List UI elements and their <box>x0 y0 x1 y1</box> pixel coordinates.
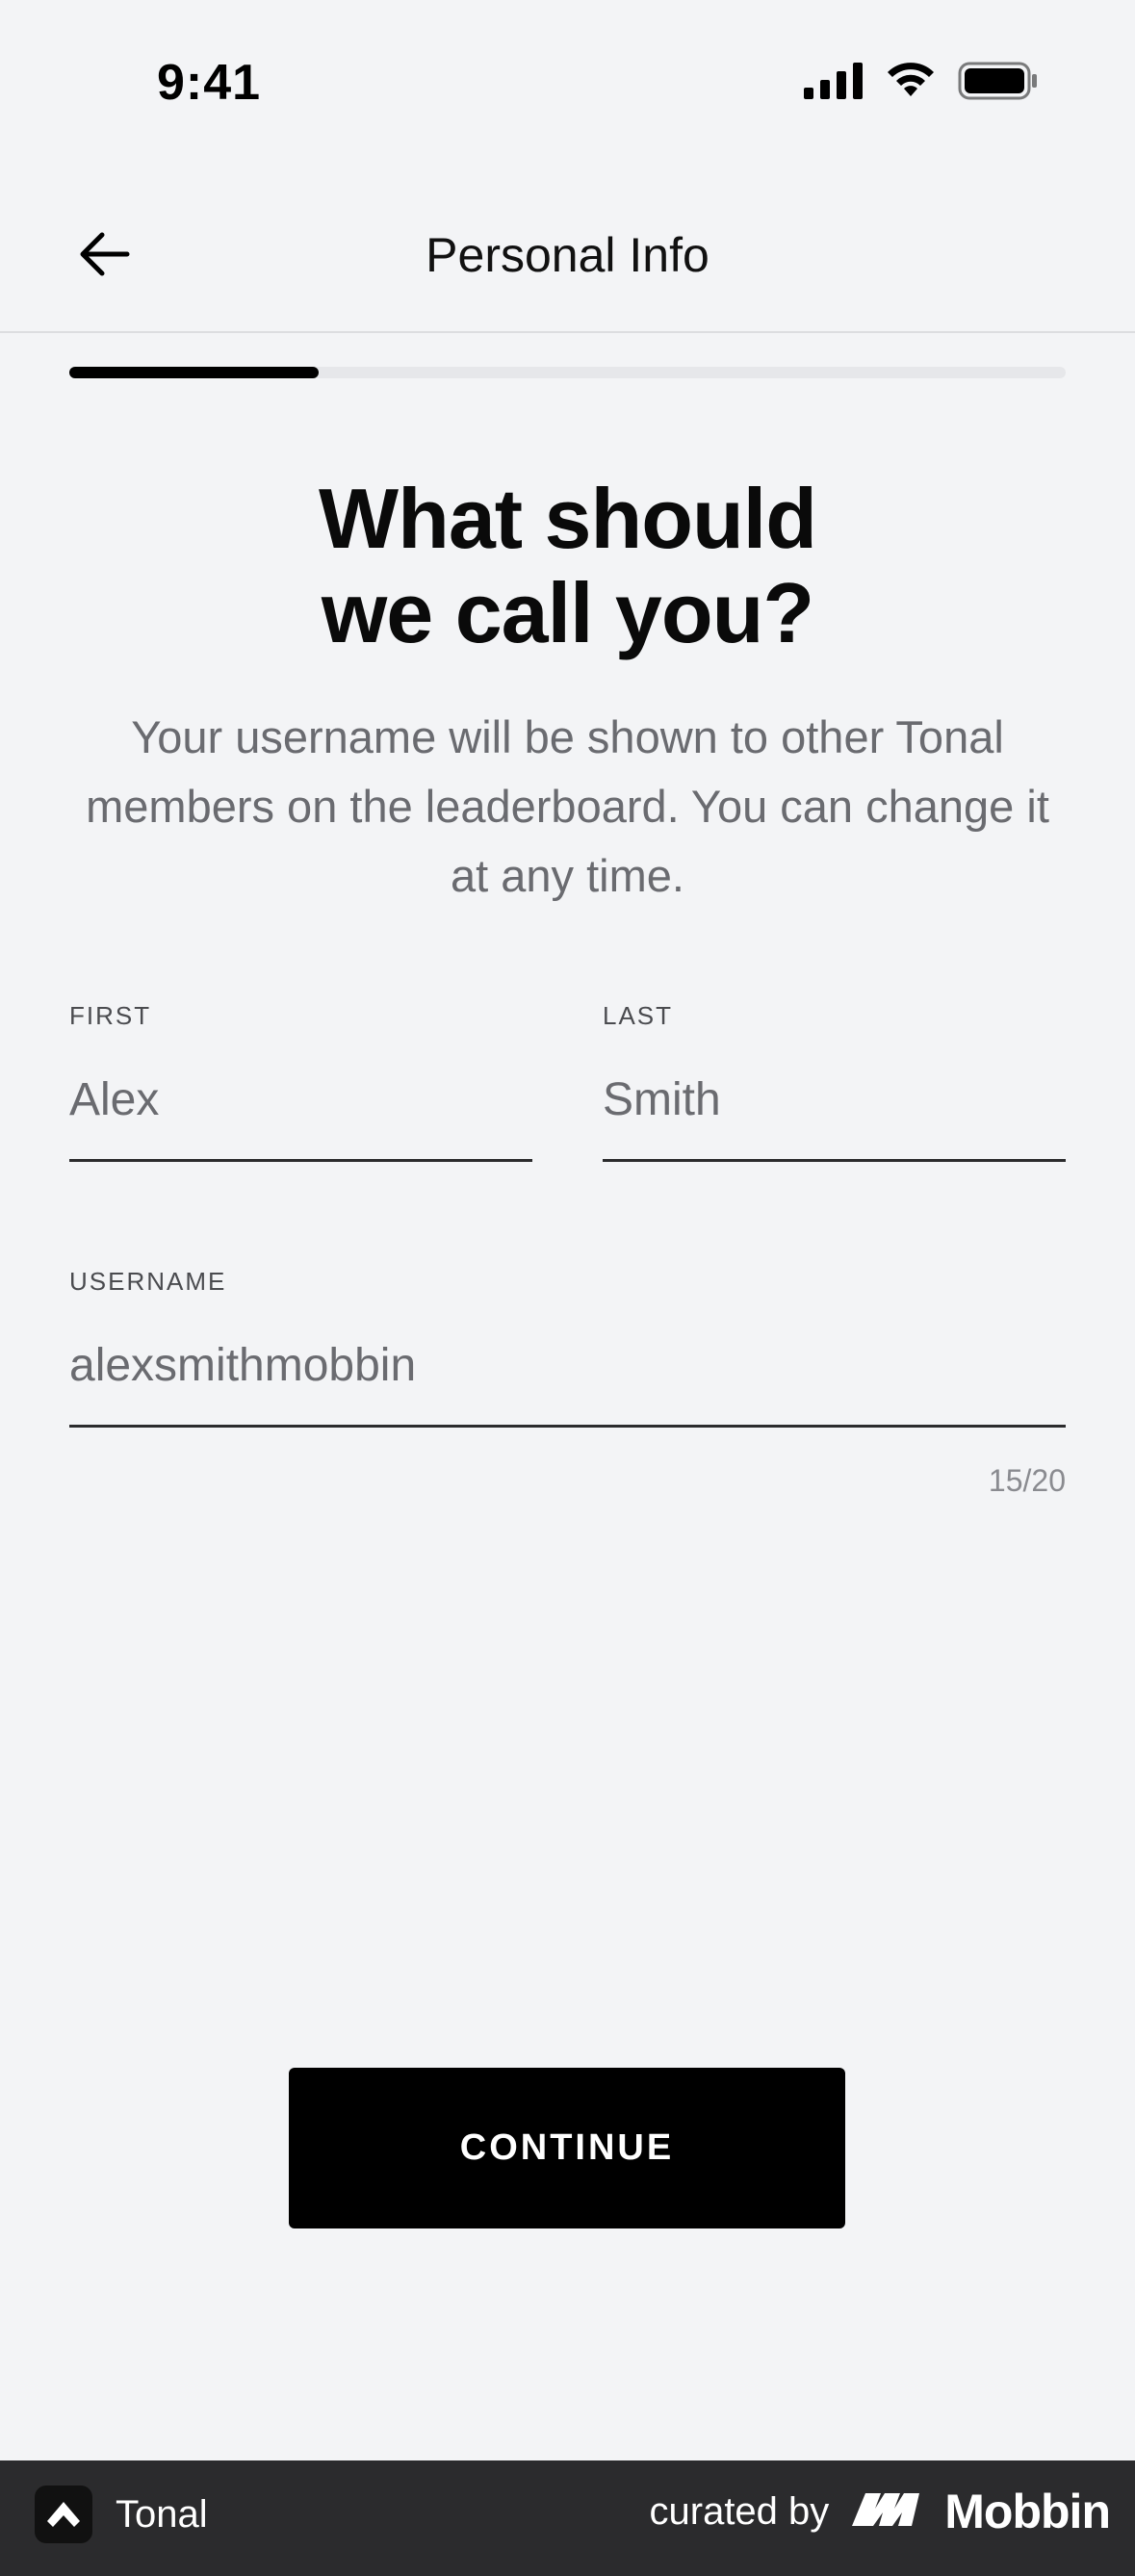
username-label: USERNAME <box>69 1267 227 1296</box>
footer-credit: curated by Mobbin <box>650 2484 1111 2539</box>
first-name-label: FIRST <box>69 1001 152 1030</box>
nav-bar: Personal Info <box>0 193 1135 333</box>
first-name-input[interactable]: Alex <box>69 1070 532 1162</box>
page-title: Personal Info <box>426 228 709 282</box>
footer-app-name: Tonal <box>116 2492 208 2536</box>
battery-icon <box>958 62 1039 105</box>
last-name-field: LAST Smith <box>603 1001 1066 1162</box>
progress-bar <box>69 367 1066 378</box>
footer-bar: Tonal curated by Mobbin <box>0 2460 1135 2576</box>
curated-label: curated by <box>649 2489 830 2533</box>
mobbin-wordmark: Mobbin <box>944 2485 1111 2538</box>
last-name-label: LAST <box>603 1001 674 1030</box>
status-icons <box>804 62 1039 105</box>
footer-app: Tonal <box>35 2486 208 2543</box>
username-field: USERNAME alexsmithmobbin <box>69 1267 1066 1428</box>
wifi-icon <box>885 62 937 105</box>
continue-button[interactable]: CONTINUE <box>289 2068 845 2228</box>
signal-icon <box>804 62 864 104</box>
heading-line-1: What should <box>319 471 817 566</box>
status-bar: 9:41 <box>0 0 1135 164</box>
mobbin-logo-icon <box>852 2484 933 2539</box>
heading: What should we call you? <box>0 472 1135 660</box>
last-name-input[interactable]: Smith <box>603 1070 1066 1162</box>
character-counter: 15/20 <box>988 1463 1066 1498</box>
username-input[interactable]: alexsmithmobbin <box>69 1336 1066 1428</box>
mobbin-brand: Mobbin <box>852 2484 1111 2539</box>
first-name-field: FIRST Alex <box>69 1001 532 1162</box>
heading-line-2: we call you? <box>321 565 814 660</box>
progress-fill <box>69 367 319 378</box>
status-time: 9:41 <box>157 55 262 111</box>
tonal-app-icon <box>35 2486 92 2543</box>
description-text: Your username will be shown to other Ton… <box>86 711 1049 901</box>
